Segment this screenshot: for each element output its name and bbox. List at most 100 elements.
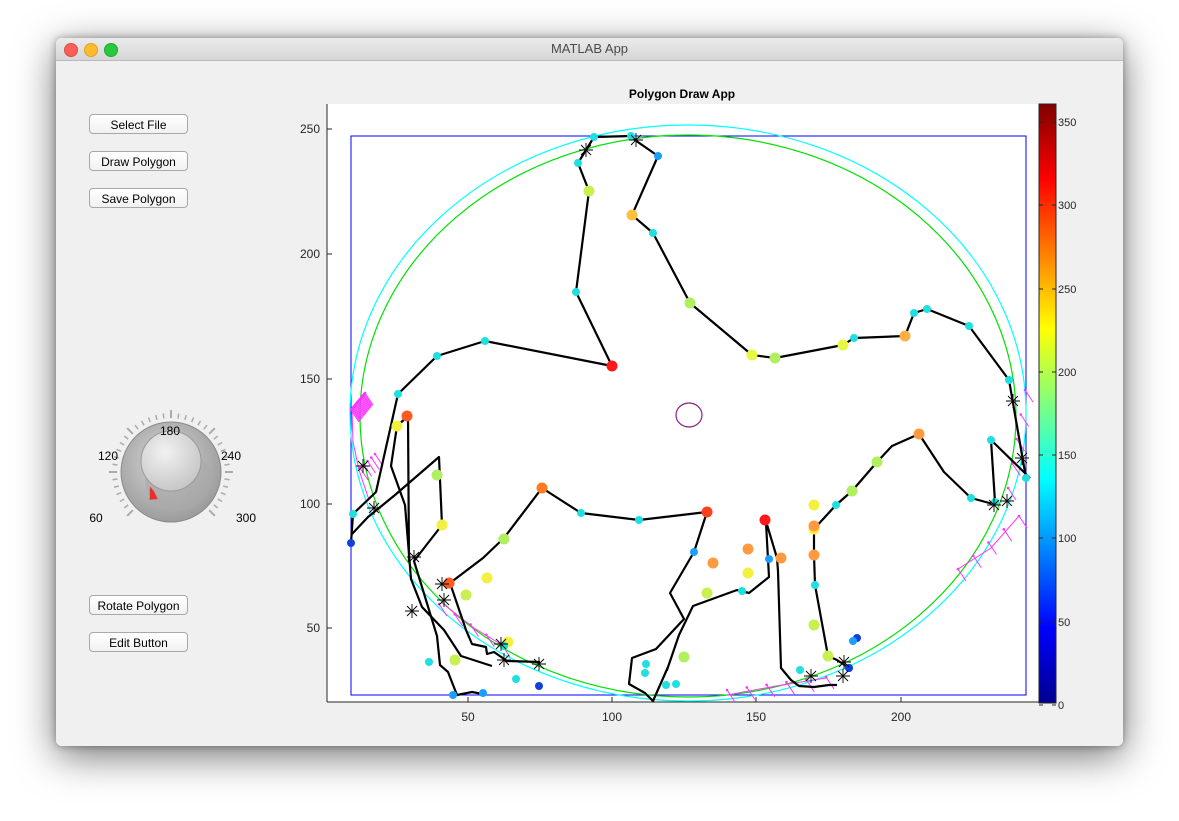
polygon-vertex[interactable] (436, 519, 448, 531)
colorbar-tick-350: 350 (1058, 117, 1076, 129)
polygon-vertex[interactable] (742, 543, 754, 555)
polygon-vertex[interactable] (481, 572, 493, 584)
colorbar-tick-200: 200 (1058, 367, 1076, 379)
polygon-vertex[interactable] (349, 510, 357, 518)
polygon-vertex[interactable] (460, 589, 472, 601)
polygon-vertex[interactable] (498, 533, 510, 545)
colorbar (1038, 103, 1057, 704)
hatch-dot (1019, 413, 1023, 416)
polygon-vertex[interactable] (1005, 376, 1013, 384)
polygon-vertex[interactable] (967, 494, 975, 502)
polygon-vertex[interactable] (479, 689, 487, 697)
polygon-vertex[interactable] (449, 654, 461, 666)
polygon-vertex[interactable] (987, 436, 995, 444)
polygon-vertex[interactable] (635, 516, 643, 524)
hatch-dot (987, 541, 990, 544)
polygon-vertex[interactable] (707, 557, 719, 569)
star-marker (367, 501, 381, 515)
polygon-vertex[interactable] (775, 552, 787, 564)
polygon-vertex[interactable] (512, 675, 520, 683)
polygon-vertex[interactable] (913, 428, 925, 440)
star-marker (1000, 494, 1014, 508)
hatch-dot (369, 456, 373, 459)
star-marker (497, 653, 511, 667)
polygon-vertex[interactable] (433, 352, 441, 360)
polygon-vertex[interactable] (641, 669, 649, 677)
polygon-vertex[interactable] (391, 420, 403, 432)
polygon-vertex[interactable] (449, 691, 457, 699)
polygon-vertex[interactable] (765, 555, 773, 563)
polygon-vertex[interactable] (626, 209, 638, 221)
polygon-vertex[interactable] (832, 501, 840, 509)
y-tick-250: 250 (300, 122, 320, 136)
polygon-vertex[interactable] (481, 337, 489, 345)
star-marker (407, 550, 421, 564)
polygon-vertex[interactable] (536, 482, 548, 494)
hatch-dot (785, 680, 788, 684)
star-marker (1015, 451, 1029, 465)
polygon-vertex[interactable] (672, 680, 680, 688)
polygon-vertex[interactable] (684, 297, 696, 309)
polygon-vertex[interactable] (583, 185, 595, 197)
polygon-vertex[interactable] (822, 650, 834, 662)
polygon-vertex[interactable] (850, 334, 858, 342)
polygon-vertex[interactable] (811, 581, 819, 589)
hatch-dot (745, 686, 749, 689)
app-window: MATLAB App Select File Draw Polygon Save… (56, 38, 1123, 746)
polygon-vertex[interactable] (965, 322, 973, 330)
polygon-vertex[interactable] (837, 339, 849, 351)
polygon-plot[interactable]: Polygon Draw App 50 100 150 200 50 100 1… (56, 38, 1123, 746)
hatch-dot (725, 688, 729, 692)
polygon-vertex[interactable] (808, 619, 820, 631)
star-marker (836, 669, 850, 683)
polygon-vertex[interactable] (654, 152, 662, 160)
polygon-vertex[interactable] (808, 520, 820, 532)
polygon-vertex[interactable] (431, 469, 443, 481)
polygon-vertex[interactable] (759, 514, 771, 526)
star-marker (356, 459, 370, 473)
polygon-vertex[interactable] (769, 352, 781, 364)
colorbar-tick-150: 150 (1058, 450, 1076, 462)
polygon-vertex[interactable] (425, 658, 433, 666)
hatch-dot (971, 554, 975, 558)
polygon-vertex[interactable] (899, 330, 911, 342)
hatch-dot (373, 452, 377, 456)
polygon-vertex[interactable] (808, 549, 820, 561)
polygon-vertex[interactable] (742, 567, 754, 579)
plot-area[interactable] (327, 104, 1042, 702)
polygon-vertex[interactable] (678, 651, 690, 663)
polygon-vertex[interactable] (401, 410, 413, 422)
hatch-dot (765, 683, 768, 687)
hatch-dot (1006, 486, 1010, 490)
polygon-vertex[interactable] (808, 499, 820, 511)
polygon-vertex[interactable] (746, 349, 758, 361)
polygon-vertex[interactable] (849, 637, 857, 645)
polygon-vertex[interactable] (796, 666, 804, 674)
polygon-vertex[interactable] (642, 660, 650, 668)
polygon-vertex[interactable] (627, 132, 635, 140)
polygon-vertex[interactable] (535, 682, 543, 690)
polygon-vertex[interactable] (574, 159, 582, 167)
polygon-vertex[interactable] (701, 587, 713, 599)
polygon-vertex[interactable] (590, 133, 598, 141)
y-tick-100: 100 (300, 497, 320, 511)
polygon-vertex[interactable] (846, 485, 858, 497)
polygon-vertex[interactable] (923, 305, 931, 313)
polygon-vertex[interactable] (577, 509, 585, 517)
polygon-vertex[interactable] (910, 309, 918, 317)
polygon-vertex[interactable] (649, 229, 657, 237)
polygon-vertex[interactable] (871, 456, 883, 468)
polygon-vertex[interactable] (347, 539, 355, 547)
polygon-vertex[interactable] (394, 390, 402, 398)
polygon-vertex[interactable] (572, 288, 580, 296)
star-marker (435, 577, 449, 591)
hatch-dot (1023, 388, 1027, 392)
polygon-vertex[interactable] (845, 664, 853, 672)
polygon-vertex[interactable] (662, 681, 670, 689)
star-marker (494, 637, 508, 651)
polygon-vertex[interactable] (701, 506, 713, 518)
polygon-vertex[interactable] (690, 548, 698, 556)
polygon-vertex[interactable] (606, 360, 618, 372)
polygon-vertex[interactable] (1022, 474, 1030, 482)
polygon-vertex[interactable] (738, 587, 746, 595)
